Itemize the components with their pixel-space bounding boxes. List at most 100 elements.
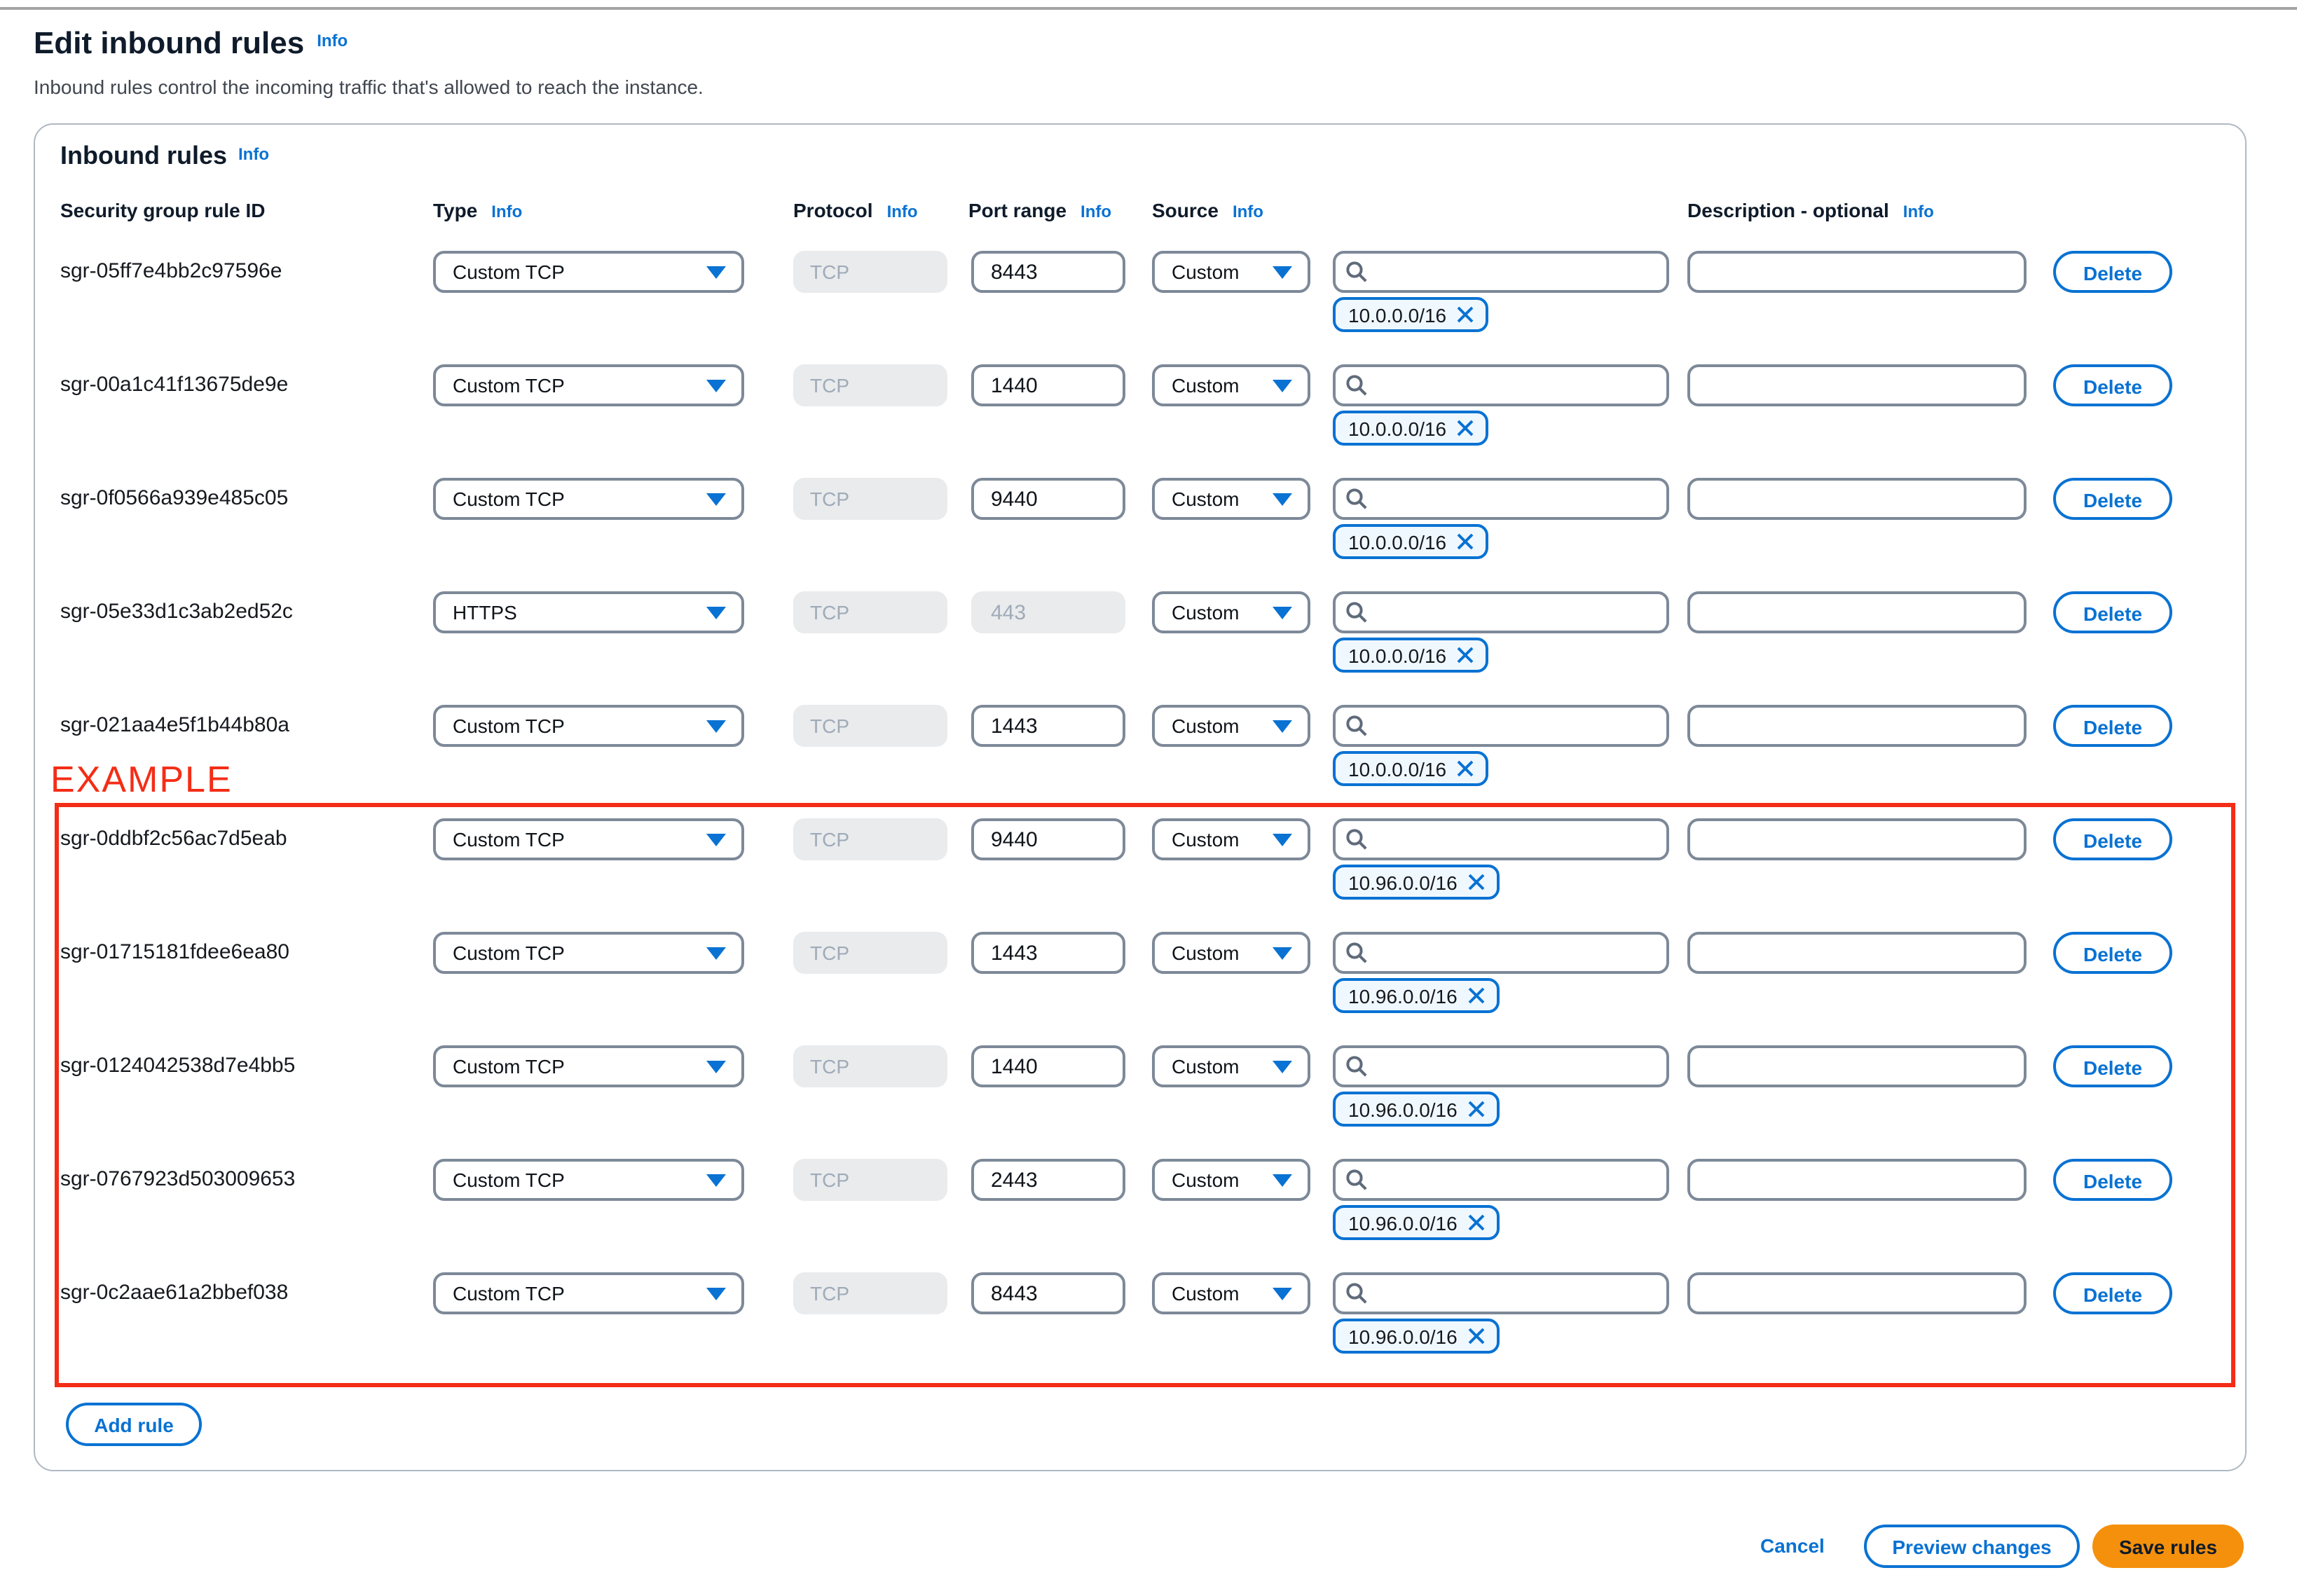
- source-info-link[interactable]: Info: [1233, 202, 1263, 221]
- source-select[interactable]: Custom: [1152, 705, 1310, 747]
- description-input[interactable]: [1687, 478, 2027, 520]
- card-heading-info-link[interactable]: Info: [238, 144, 269, 164]
- source-search-text[interactable]: [1375, 367, 1662, 404]
- delete-button[interactable]: Delete: [2053, 705, 2172, 747]
- source-search-input[interactable]: [1333, 1045, 1669, 1087]
- source-search-text[interactable]: [1375, 821, 1662, 858]
- delete-button[interactable]: Delete: [2053, 251, 2172, 293]
- table-row: sgr-01715181fdee6ea80 Custom TCP TCP Cus…: [35, 932, 2245, 1045]
- type-select[interactable]: Custom TCP: [433, 478, 744, 520]
- delete-button[interactable]: Delete: [2053, 932, 2172, 974]
- type-select[interactable]: Custom TCP: [433, 818, 744, 860]
- source-search-text[interactable]: [1375, 481, 1662, 517]
- cidr-chip-label: 10.96.0.0/16: [1348, 984, 1458, 1007]
- add-rule-button[interactable]: Add rule: [66, 1403, 202, 1446]
- security-group-rule-id: sgr-05e33d1c3ab2ed52c: [60, 600, 293, 624]
- port-range-input[interactable]: [971, 364, 1125, 406]
- port-range-input[interactable]: [971, 932, 1125, 974]
- type-info-link[interactable]: Info: [491, 202, 522, 221]
- remove-cidr-icon[interactable]: [1467, 1100, 1486, 1118]
- description-input[interactable]: [1687, 1272, 2027, 1314]
- port-range-input[interactable]: [971, 251, 1125, 293]
- source-search-input[interactable]: [1333, 705, 1669, 747]
- source-search-input[interactable]: [1333, 932, 1669, 974]
- description-input[interactable]: [1687, 1159, 2027, 1201]
- source-search-text[interactable]: [1375, 708, 1662, 744]
- type-select[interactable]: Custom TCP: [433, 1045, 744, 1087]
- description-input[interactable]: [1687, 591, 2027, 633]
- port-range-input[interactable]: [971, 818, 1125, 860]
- source-search-input[interactable]: [1333, 251, 1669, 293]
- source-select[interactable]: Custom: [1152, 1045, 1310, 1087]
- port-range-input[interactable]: [971, 1272, 1125, 1314]
- description-input[interactable]: [1687, 705, 2027, 747]
- port-range-info-link[interactable]: Info: [1081, 202, 1111, 221]
- save-rules-button[interactable]: Save rules: [2092, 1525, 2244, 1568]
- port-range-input[interactable]: [971, 1159, 1125, 1201]
- remove-cidr-icon[interactable]: [1456, 305, 1474, 324]
- chevron-down-icon: [1273, 493, 1292, 506]
- source-search-input[interactable]: [1333, 1272, 1669, 1314]
- description-input[interactable]: [1687, 364, 2027, 406]
- delete-button[interactable]: Delete: [2053, 364, 2172, 406]
- source-search-input[interactable]: [1333, 478, 1669, 520]
- source-select[interactable]: Custom: [1152, 478, 1310, 520]
- security-group-rule-id: sgr-00a1c41f13675de9e: [60, 373, 289, 397]
- source-select[interactable]: Custom: [1152, 1159, 1310, 1201]
- description-input[interactable]: [1687, 932, 2027, 974]
- type-select[interactable]: Custom TCP: [433, 932, 744, 974]
- source-select[interactable]: Custom: [1152, 591, 1310, 633]
- description-input[interactable]: [1687, 1045, 2027, 1087]
- search-icon: [1346, 1169, 1367, 1190]
- protocol-info-link[interactable]: Info: [887, 202, 918, 221]
- type-select-value: HTTPS: [453, 601, 517, 624]
- cidr-chip-label: 10.0.0.0/16: [1348, 417, 1447, 439]
- remove-cidr-icon[interactable]: [1467, 873, 1486, 891]
- remove-cidr-icon[interactable]: [1456, 759, 1474, 778]
- port-range-input[interactable]: [971, 478, 1125, 520]
- type-select[interactable]: Custom TCP: [433, 705, 744, 747]
- source-search-input[interactable]: [1333, 818, 1669, 860]
- delete-button[interactable]: Delete: [2053, 478, 2172, 520]
- source-select[interactable]: Custom: [1152, 251, 1310, 293]
- source-search-text[interactable]: [1375, 254, 1662, 290]
- col-header-rule-id: Security group rule ID: [60, 199, 266, 221]
- remove-cidr-icon[interactable]: [1467, 986, 1486, 1005]
- source-select[interactable]: Custom: [1152, 818, 1310, 860]
- source-select[interactable]: Custom: [1152, 1272, 1310, 1314]
- type-select[interactable]: HTTPS: [433, 591, 744, 633]
- delete-button[interactable]: Delete: [2053, 591, 2172, 633]
- port-range-input[interactable]: [971, 705, 1125, 747]
- source-search-text[interactable]: [1375, 1162, 1662, 1198]
- remove-cidr-icon[interactable]: [1456, 646, 1474, 664]
- source-search-input[interactable]: [1333, 364, 1669, 406]
- source-search-text[interactable]: [1375, 594, 1662, 631]
- source-search-text[interactable]: [1375, 1048, 1662, 1085]
- type-select[interactable]: Custom TCP: [433, 1159, 744, 1201]
- source-select[interactable]: Custom: [1152, 932, 1310, 974]
- source-select[interactable]: Custom: [1152, 364, 1310, 406]
- source-search-text[interactable]: [1375, 1275, 1662, 1312]
- type-select[interactable]: Custom TCP: [433, 251, 744, 293]
- delete-button[interactable]: Delete: [2053, 1045, 2172, 1087]
- delete-button[interactable]: Delete: [2053, 818, 2172, 860]
- delete-button[interactable]: Delete: [2053, 1272, 2172, 1314]
- description-info-link[interactable]: Info: [1903, 202, 1934, 221]
- source-search-input[interactable]: [1333, 1159, 1669, 1201]
- cancel-link[interactable]: Cancel: [1760, 1525, 1825, 1568]
- remove-cidr-icon[interactable]: [1467, 1213, 1486, 1232]
- remove-cidr-icon[interactable]: [1456, 419, 1474, 437]
- remove-cidr-icon[interactable]: [1456, 532, 1474, 551]
- remove-cidr-icon[interactable]: [1467, 1327, 1486, 1345]
- port-range-input[interactable]: [971, 1045, 1125, 1087]
- description-input[interactable]: [1687, 818, 2027, 860]
- type-select[interactable]: Custom TCP: [433, 364, 744, 406]
- source-select-value: Custom: [1172, 942, 1240, 964]
- delete-button[interactable]: Delete: [2053, 1159, 2172, 1201]
- source-search-input[interactable]: [1333, 591, 1669, 633]
- source-search-text[interactable]: [1375, 935, 1662, 971]
- description-input[interactable]: [1687, 251, 2027, 293]
- type-select[interactable]: Custom TCP: [433, 1272, 744, 1314]
- page-title-info-link[interactable]: Info: [317, 31, 348, 50]
- preview-changes-button[interactable]: Preview changes: [1864, 1525, 2080, 1568]
